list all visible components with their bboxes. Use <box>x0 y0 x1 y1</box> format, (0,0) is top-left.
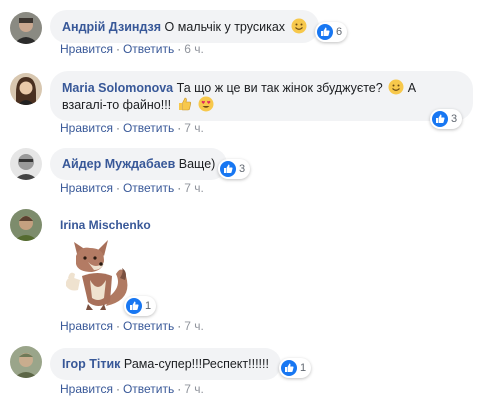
reaction-number: 3 <box>451 113 458 125</box>
comment-actions: Нравится · Ответить · 7 ч. <box>60 181 204 195</box>
like-link[interactable]: Нравится <box>60 382 113 396</box>
comment-actions: Нравится · Ответить · 7 ч. <box>60 319 204 333</box>
reaction-number: 1 <box>145 300 152 312</box>
reaction-number: 6 <box>336 26 343 38</box>
like-link[interactable]: Нравится <box>60 181 113 195</box>
like-icon <box>126 298 142 314</box>
comment-bubble: Ігор Тітик Рама-супер!!!Респект!!!!!! <box>50 348 281 380</box>
reply-link[interactable]: Ответить <box>123 181 174 195</box>
avatar[interactable] <box>10 209 42 241</box>
like-link[interactable]: Нравится <box>60 42 113 56</box>
comment-author[interactable]: Айдер Муждабаев <box>62 157 175 171</box>
comment-bubble: Андрій Дзиндзя О мальчік у трусиках <box>50 10 319 43</box>
comment-author[interactable]: Irina Mischenko <box>60 218 151 232</box>
reply-link[interactable]: Ответить <box>123 42 174 56</box>
comment-actions: Нравится · Ответить · 6 ч. <box>60 42 204 56</box>
reaction-number: 1 <box>300 362 307 374</box>
comment-bubble: Maria Solomonova Та що ж це ви так жінок… <box>50 71 473 121</box>
comment-time[interactable]: 7 ч. <box>184 319 204 333</box>
comment-text: О мальчік у трусиках <box>164 20 286 34</box>
reaction-count[interactable]: 6 <box>315 22 348 42</box>
comment-author[interactable]: Ігор Тітик <box>62 357 120 371</box>
comment-author[interactable]: Андрій Дзиндзя <box>62 20 161 34</box>
comment-bubble: Айдер Муждабаев Ваще) <box>50 148 228 180</box>
thumbs-up-emoji-icon <box>178 97 191 111</box>
avatar[interactable] <box>10 12 42 44</box>
reply-link[interactable]: Ответить <box>123 121 174 135</box>
comment-time[interactable]: 7 ч. <box>184 382 204 396</box>
comment-time[interactable]: 6 ч. <box>184 42 204 56</box>
comment-text-line2: взагалі-то файно!!! <box>62 98 172 112</box>
reaction-count[interactable]: 1 <box>279 358 312 378</box>
smile-emoji-icon <box>388 79 404 95</box>
comment-item: Maria Solomonova Та що ж це ви так жінок… <box>10 63 480 143</box>
reaction-count[interactable]: 3 <box>430 109 463 129</box>
comment-item: Irina Mischenko 1 Нравится · Ответить · 7 ч. <box>10 204 480 340</box>
reaction-count[interactable]: 3 <box>218 159 251 179</box>
like-icon <box>220 161 236 177</box>
avatar[interactable] <box>10 346 42 378</box>
like-icon <box>432 111 448 127</box>
comment-text: Рама-супер!!!Респект!!!!!! <box>123 357 269 371</box>
smile-emoji-icon <box>291 18 307 34</box>
comment-item: Ігор Тітик Рама-супер!!!Респект!!!!!! 1 … <box>10 342 480 400</box>
comment-item: Айдер Муждабаев Ваще) 3 Нравится · Ответит… <box>10 143 480 199</box>
like-link[interactable]: Нравится <box>60 121 113 135</box>
heart-eyes-emoji-icon <box>198 96 214 112</box>
like-icon <box>281 360 297 376</box>
comment-time[interactable]: 7 ч. <box>184 181 204 195</box>
like-link[interactable]: Нравится <box>60 319 113 333</box>
comment-time[interactable]: 7 ч. <box>184 121 204 135</box>
reply-link[interactable]: Ответить <box>123 382 174 396</box>
avatar[interactable] <box>10 148 42 180</box>
comment-text-continued: А <box>407 81 417 95</box>
comment-author[interactable]: Maria Solomonova <box>62 81 173 95</box>
comment-item: Андрій Дзиндзя О мальчік у трусиках 6 Нр… <box>10 0 480 56</box>
reply-link[interactable]: Ответить <box>123 319 174 333</box>
reaction-count[interactable]: 1 <box>124 296 157 316</box>
comment-actions: Нравится · Ответить · 7 ч. <box>60 121 204 135</box>
comment-actions: Нравится · Ответить · 7 ч. <box>60 382 204 396</box>
comment-text: Ваще) <box>178 157 216 171</box>
like-icon <box>317 24 333 40</box>
comment-text: Та що ж це ви так жінок збуджуєте? <box>176 81 383 95</box>
reaction-number: 3 <box>239 163 246 175</box>
avatar[interactable] <box>10 73 42 105</box>
